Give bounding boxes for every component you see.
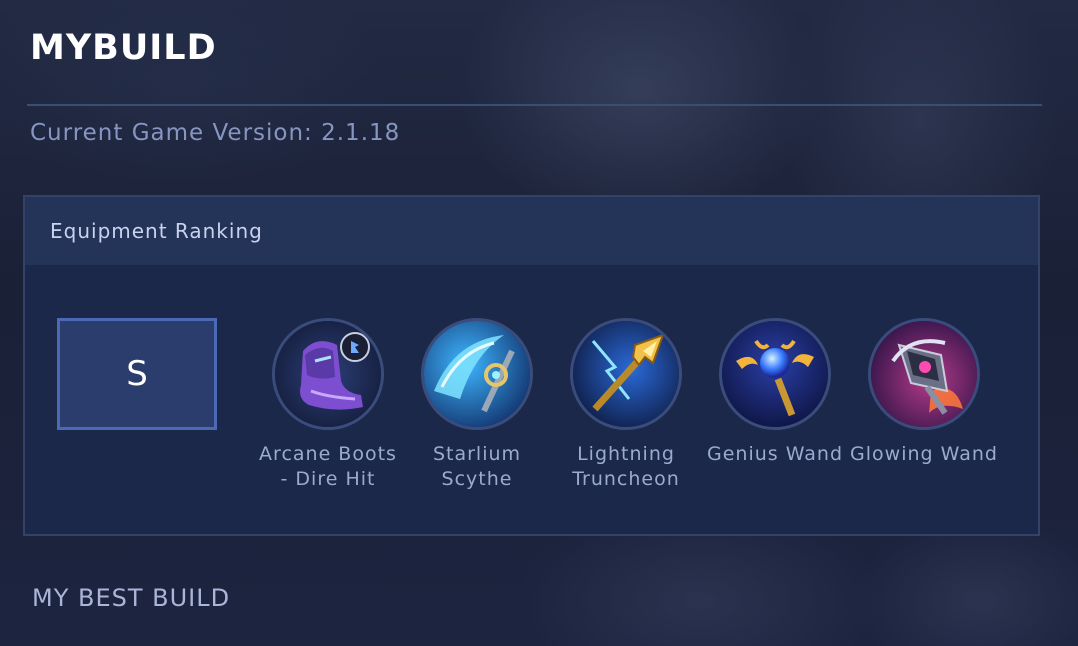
tier-label: S	[126, 354, 148, 394]
lightning-truncheon-icon	[570, 318, 682, 430]
header-divider	[27, 104, 1042, 106]
glowing-wand-icon	[868, 318, 980, 430]
equipment-ranking-panel: Equipment Ranking S Arcane Boots - Dire …	[23, 195, 1040, 536]
equipment-item-name: Arcane Boots - Dire Hit	[259, 443, 397, 490]
tier-badge: S	[57, 318, 217, 430]
equipment-item-name: Starlium Scythe	[432, 443, 522, 490]
equipment-ranking-title: Equipment Ranking	[50, 219, 263, 243]
equipment-item-name: Genius Wand	[706, 443, 844, 465]
equipment-item-starlium-scythe[interactable]: Starlium Scythe	[402, 318, 552, 492]
starlium-scythe-icon	[421, 318, 533, 430]
arcane-boots-icon	[272, 318, 384, 430]
equipment-item-genius-wand[interactable]: Genius Wand	[700, 318, 850, 467]
equipment-item-name: Lightning Truncheon	[572, 443, 680, 490]
game-version-text: Current Game Version: 2.1.18	[30, 120, 401, 146]
equipment-ranking-header: Equipment Ranking	[25, 197, 1038, 265]
my-best-build-title: MY BEST BUILD	[32, 584, 231, 612]
equipment-item-lightning-truncheon[interactable]: Lightning Truncheon	[551, 318, 701, 492]
equipment-item-glowing-wand[interactable]: Glowing Wand	[849, 318, 999, 467]
genius-wand-icon	[719, 318, 831, 430]
page-title: MYBUILD	[30, 28, 217, 68]
equipment-item-arcane-boots[interactable]: Arcane Boots - Dire Hit	[253, 318, 403, 492]
equipment-item-name: Glowing Wand	[850, 443, 998, 465]
